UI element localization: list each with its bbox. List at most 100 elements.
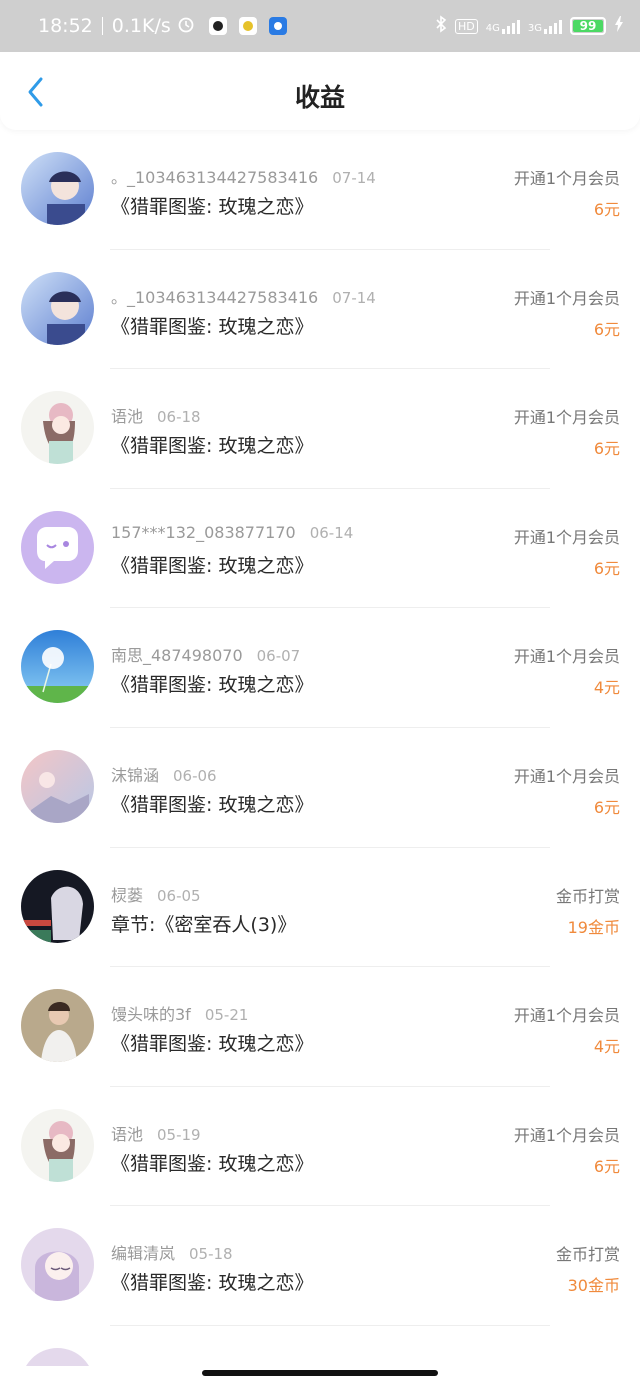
network-4g-label: 4G: [485, 23, 500, 34]
item-amount: 30金币: [567, 1276, 620, 1296]
list-item-partial[interactable]: [0, 1326, 640, 1366]
item-date: 05-21: [204, 1006, 249, 1025]
item-type: 开通1个月会员: [513, 1125, 620, 1145]
item-amount: 6元: [593, 200, 620, 219]
chat-app-icon: [238, 17, 257, 35]
item-date: 06-07: [256, 647, 301, 666]
item-amount: 6元: [593, 558, 620, 578]
status-separator: [101, 17, 103, 35]
item-type: 开通1个月会员: [513, 1006, 620, 1026]
bluetooth-icon: [435, 15, 447, 37]
item-date: 07-14: [332, 169, 376, 187]
list-item[interactable]: 编辑清岚 05-18 《猎罪图鉴: 玫瑰之恋》 金币打赏 30金币: [0, 1206, 640, 1326]
network-3g-label: 3G: [527, 23, 542, 34]
item-date: 06-05: [157, 886, 201, 905]
user-name: 语池: [111, 407, 144, 427]
avatar: [21, 989, 94, 1063]
list-item[interactable]: 语池 05-19 《猎罪图鉴: 玫瑰之恋》 开通1个月会员 6元: [0, 1087, 640, 1207]
user-name: 编辑清岚: [111, 1244, 176, 1264]
home-indicator[interactable]: [202, 1370, 438, 1376]
item-amount: 4元: [593, 1037, 620, 1057]
item-user-line: 馒头味的3f 05-21: [111, 1001, 248, 1025]
avatar: [21, 152, 94, 225]
item-user-line: 。_103463134427583416 07-14: [111, 164, 376, 188]
list-item[interactable]: 157***132_083877170 06-14 《猎罪图鉴: 玫瑰之恋》 开通…: [0, 489, 640, 609]
item-user-line: 语池 06-18: [111, 403, 201, 427]
page-title: 收益: [294, 83, 345, 112]
item-date: 05-19: [157, 1125, 201, 1144]
item-title: 《猎罪图鉴: 玫瑰之恋》: [111, 315, 314, 338]
item-user-line: 157***132_083877170 06-14: [111, 523, 353, 542]
user-name: 棂蒌: [111, 885, 144, 905]
item-date: 07-14: [332, 288, 376, 307]
item-amount: 6元: [593, 797, 620, 817]
item-type: 开通1个月会员: [513, 766, 620, 786]
item-amount: 19金币: [567, 917, 620, 937]
user-name: 馒头味的3f: [111, 1005, 191, 1025]
list-item[interactable]: 。_103463134427583416 07-14 《猎罪图鉴: 玫瑰之恋》 开…: [0, 130, 640, 250]
hd-badge: HD: [455, 18, 478, 34]
item-title: 《猎罪图鉴: 玫瑰之恋》: [111, 1272, 314, 1295]
item-type: 金币打赏: [555, 886, 620, 906]
item-title: 《猎罪图鉴: 玫瑰之恋》: [111, 793, 314, 816]
qq-app-icon: [208, 17, 227, 35]
item-type: 开通1个月会员: [513, 288, 620, 308]
item-title: 《猎罪图鉴: 玫瑰之恋》: [111, 435, 314, 458]
user-name: 。_103463134427583416: [111, 287, 319, 307]
item-amount: 6元: [593, 1156, 620, 1176]
earnings-list: 。_103463134427583416 07-14 《猎罪图鉴: 玫瑰之恋》 开…: [0, 130, 640, 1366]
avatar: [21, 749, 94, 823]
battery-level: 99: [579, 19, 597, 33]
user-name: 南思_487498070: [111, 646, 243, 666]
item-user-line: 棂蒌 06-05: [111, 882, 201, 906]
item-type: 开通1个月会员: [513, 169, 620, 188]
network-speed: 0.1K/s: [111, 15, 171, 37]
item-title: 《猎罪图鉴: 玫瑰之恋》: [111, 196, 314, 218]
item-title: 《猎罪图鉴: 玫瑰之恋》: [111, 1152, 314, 1175]
status-time: 18:52: [38, 15, 93, 37]
item-type: 开通1个月会员: [513, 647, 620, 667]
avatar: [21, 1228, 94, 1302]
item-title: 《猎罪图鉴: 玫瑰之恋》: [111, 674, 314, 697]
nav-bar: 收益: [0, 52, 640, 130]
list-item[interactable]: 。_103463134427583416 07-14 《猎罪图鉴: 玫瑰之恋》 开…: [0, 250, 640, 370]
browser-app-icon: [268, 17, 287, 35]
item-title: 《猎罪图鉴: 玫瑰之恋》: [111, 554, 314, 577]
item-user-line: 南思_487498070 06-07: [111, 642, 300, 666]
item-date: 06-06: [173, 766, 217, 785]
user-name: 157***132_083877170: [111, 522, 296, 542]
signal-3g-icon: 3G: [528, 18, 562, 34]
item-date: 06-18: [157, 408, 201, 427]
avatar: [21, 1347, 94, 1366]
item-title: 《猎罪图鉴: 玫瑰之恋》: [111, 1033, 314, 1056]
user-name: 语池: [111, 1124, 144, 1144]
item-user-line: 编辑清岚 05-18: [111, 1240, 233, 1264]
item-date: 06-14: [309, 523, 354, 542]
item-type: 金币打赏: [555, 1245, 620, 1265]
list-item[interactable]: 沫锦涵 06-06 《猎罪图鉴: 玫瑰之恋》 开通1个月会员 6元: [0, 728, 640, 848]
list-item[interactable]: 南思_487498070 06-07 《猎罪图鉴: 玫瑰之恋》 开通1个月会员 4…: [0, 608, 640, 728]
item-title: 章节:《密室吞人(3)》: [111, 913, 297, 936]
charging-icon: [614, 16, 624, 36]
item-amount: 6元: [593, 319, 620, 339]
list-item[interactable]: 棂蒌 06-05 章节:《密室吞人(3)》 金币打赏 19金币: [0, 848, 640, 968]
item-user-line: 语池 05-19: [111, 1121, 201, 1145]
list-item[interactable]: 馒头味的3f 05-21 《猎罪图鉴: 玫瑰之恋》 开通1个月会员 4元: [0, 967, 640, 1087]
avatar: [21, 630, 94, 704]
item-date: 05-18: [189, 1245, 233, 1264]
item-amount: 6元: [593, 439, 620, 459]
battery-icon: 99: [570, 17, 606, 35]
avatar: [21, 391, 94, 465]
item-type: 开通1个月会员: [513, 408, 620, 428]
signal-4g-icon: 4G: [486, 18, 520, 34]
user-name: 沫锦涵: [111, 765, 160, 785]
item-user-line: 沫锦涵 06-06: [111, 762, 217, 786]
item-type: 开通1个月会员: [513, 527, 620, 547]
list-item[interactable]: 语池 06-18 《猎罪图鉴: 玫瑰之恋》 开通1个月会员 6元: [0, 369, 640, 489]
avatar: [21, 510, 94, 584]
avatar: [21, 869, 94, 943]
status-bar: 18:52 0.1K/s HD 4G 3G 99: [0, 0, 640, 52]
item-amount: 4元: [593, 678, 620, 698]
alarm-icon: [177, 15, 195, 38]
item-user-line: 。_103463134427583416 07-14: [111, 284, 376, 308]
